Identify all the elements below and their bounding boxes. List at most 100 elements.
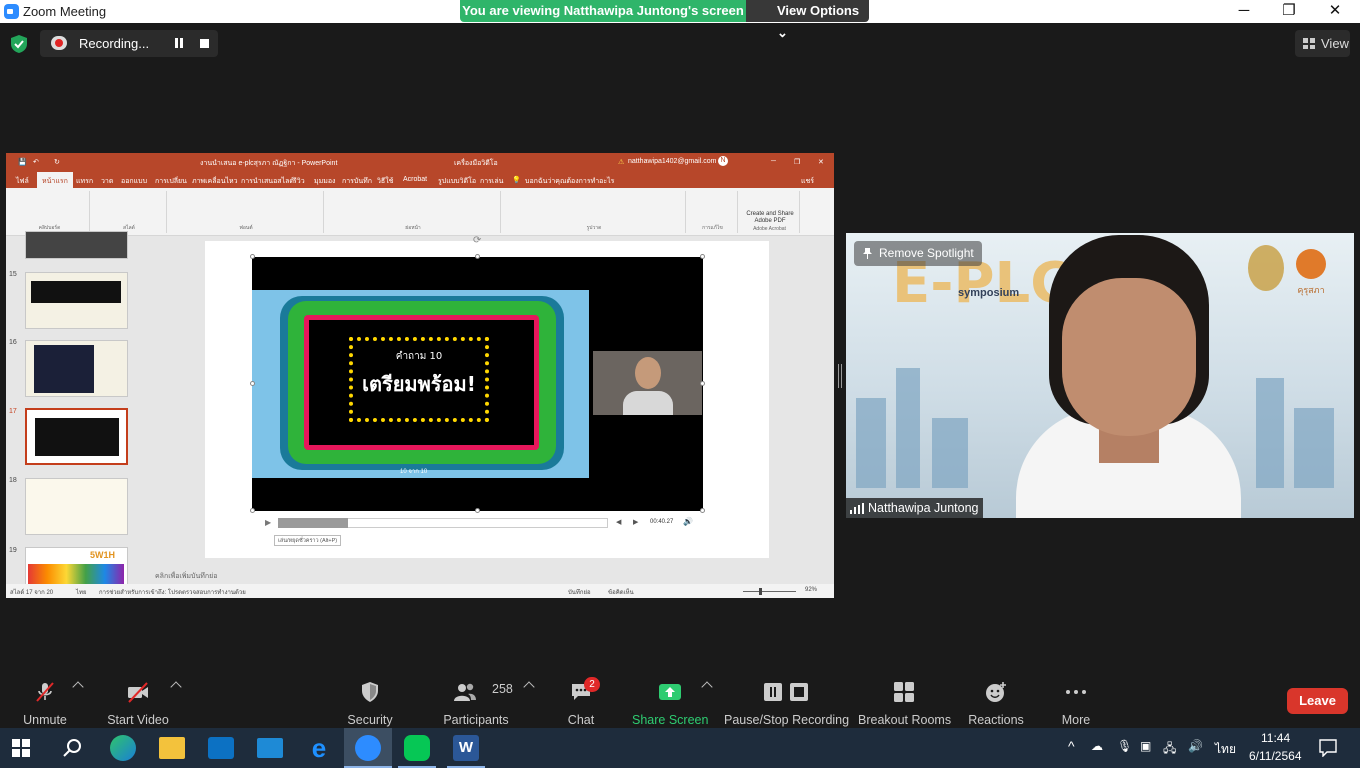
step-forward-icon[interactable]: ▶ (633, 518, 638, 526)
ppt-close-icon[interactable]: ✕ (818, 158, 824, 166)
status-zoom-level[interactable]: 92% (805, 587, 817, 593)
reactions-button[interactable]: Reactions (965, 675, 1027, 727)
notes-pane[interactable]: คลิกเพื่อเพิ่มบันทึกย่อ (152, 568, 834, 584)
ppt-tab[interactable]: ภาพเคลื่อนไหว (192, 176, 238, 187)
word-app-icon[interactable]: W (453, 735, 479, 761)
notifications-icon[interactable] (1319, 739, 1337, 757)
status-notes-button[interactable]: บันทึกย่อ (568, 587, 591, 597)
rotate-handle-icon[interactable]: ⟳ (473, 235, 481, 246)
windows-start-icon[interactable] (12, 739, 30, 757)
ppt-tab[interactable]: แทรก (76, 176, 93, 187)
mail-icon[interactable] (257, 738, 283, 758)
resize-handle[interactable] (700, 254, 705, 259)
network-icon[interactable]: 🖧 (1163, 739, 1176, 760)
onedrive-icon[interactable]: ☁ (1091, 739, 1103, 753)
ppt-undo-icon[interactable]: ↶ (33, 158, 39, 166)
stop-recording-icon[interactable] (200, 39, 209, 48)
ppt-account[interactable]: natthawipa1402@gmail.com (628, 158, 716, 165)
slide-thumbnail[interactable] (25, 272, 128, 329)
internet-explorer-icon[interactable]: e (306, 735, 332, 761)
ppt-tab[interactable]: Acrobat (403, 176, 427, 183)
edge-browser-icon[interactable] (110, 735, 136, 761)
ppt-tab[interactable]: มุมมอง (314, 176, 335, 187)
ppt-minimize-icon[interactable]: ─ (771, 158, 776, 165)
resize-handle[interactable] (700, 508, 705, 513)
microphone-tray-icon[interactable]: 🎙 (1117, 739, 1132, 753)
speaker-video-tile[interactable]: E-PLC symposium คุรุสภา Remove Spotlight… (846, 233, 1354, 518)
ppt-account-avatar[interactable]: N (718, 156, 728, 166)
slide-thumbnail[interactable] (25, 231, 128, 259)
ppt-tab[interactable]: ไฟล์ (16, 176, 29, 187)
ppt-tell-me[interactable]: บอกฉันว่าคุณต้องการทำอะไร (525, 176, 614, 187)
view-options-button[interactable]: View Options ⌄ (746, 0, 869, 40)
volume-icon[interactable]: 🔊 (683, 517, 693, 526)
close-button[interactable]: ✕ (1312, 0, 1358, 23)
video-options-caret[interactable] (170, 681, 182, 693)
breakout-rooms-button[interactable]: Breakout Rooms (858, 675, 951, 727)
slide-thumbnail[interactable] (25, 340, 128, 397)
zoom-slider-knob[interactable] (759, 588, 762, 595)
status-language[interactable]: ไทย (76, 587, 87, 597)
input-language[interactable]: ไทย (1215, 740, 1236, 759)
more-button[interactable]: More (1050, 675, 1102, 727)
shared-screen[interactable]: 💾 ↶ ↻ งานนำเสนอ e-plcสุรภา ณัฏฐิกา - Pow… (6, 153, 834, 598)
share-screen-button[interactable]: Share Screen (632, 675, 708, 727)
step-back-icon[interactable]: ◀ (616, 518, 621, 526)
tray-overflow-icon[interactable]: ^ (1068, 738, 1075, 754)
pause-recording-icon[interactable] (173, 38, 185, 49)
maximize-button[interactable]: ❐ (1266, 0, 1312, 23)
search-icon[interactable] (62, 738, 82, 758)
view-button[interactable]: View (1295, 30, 1350, 57)
unmute-button[interactable]: Unmute (14, 675, 76, 727)
slide-video-object[interactable]: คำถาม 10 เตรียมพร้อม! 10 จาก 10 (252, 257, 703, 511)
ppt-redo-icon[interactable]: ↻ (54, 158, 60, 166)
pane-splitter-handle[interactable] (838, 364, 842, 388)
status-comments-button[interactable]: ข้อคิดเห็น (608, 587, 634, 597)
slide-thumbnail-active[interactable] (25, 408, 128, 465)
line-app-icon[interactable] (404, 735, 430, 761)
slide-thumbnail-pane[interactable]: 15 16 17 18 19 5W1H (6, 231, 152, 598)
file-explorer-icon[interactable] (159, 737, 185, 759)
ppt-tab-home[interactable]: หน้าแรก (37, 172, 73, 188)
clock-date[interactable]: 6/11/2564 (1249, 749, 1302, 763)
resize-handle[interactable] (475, 254, 480, 259)
resize-handle[interactable] (700, 381, 705, 386)
ppt-maximize-icon[interactable]: ❐ (794, 158, 800, 166)
participants-button[interactable]: 258 Participants (440, 675, 513, 727)
minimize-button[interactable]: ─ (1221, 0, 1267, 23)
resize-handle[interactable] (475, 508, 480, 513)
create-adobe-pdf-button[interactable]: Create and Share Adobe PDF (740, 211, 800, 225)
ppt-share-button[interactable]: แชร์ (801, 176, 814, 187)
speaker-volume-icon[interactable]: 🔊 (1188, 739, 1203, 753)
slide-thumbnail[interactable] (25, 478, 128, 535)
ppt-tab[interactable]: การเปลี่ยน (155, 176, 187, 187)
start-video-button[interactable]: Start Video (104, 675, 172, 727)
zoom-taskbar-icon[interactable] (355, 735, 381, 761)
ppt-tab[interactable]: รูปแบบวิดีโอ (438, 176, 476, 187)
leave-meeting-button[interactable]: Leave (1287, 688, 1348, 714)
resize-handle[interactable] (250, 508, 255, 513)
ppt-tab[interactable]: การนำเสนอสไลด์ (241, 176, 294, 187)
thumbnail-scrollbar[interactable] (139, 237, 147, 584)
pause-stop-recording-button[interactable]: Pause/Stop Recording (724, 675, 849, 727)
resize-handle[interactable] (250, 381, 255, 386)
resize-handle[interactable] (250, 254, 255, 259)
participants-options-caret[interactable] (523, 681, 535, 693)
ppt-tab[interactable]: วิธีใช้ (377, 176, 393, 187)
camera-tray-icon[interactable]: ▣ (1140, 739, 1151, 753)
ppt-tab[interactable]: วาด (101, 176, 113, 187)
zoom-slider-track[interactable] (743, 591, 796, 592)
ppt-contextual-title: เครื่องมือวิดีโอ (454, 160, 498, 167)
play-pause-icon[interactable]: ▶ (265, 518, 271, 527)
remove-spotlight-button[interactable]: Remove Spotlight (854, 241, 982, 266)
ppt-tab[interactable]: ออกแบบ (121, 176, 147, 187)
security-shield-icon[interactable] (11, 35, 27, 53)
clock-time[interactable]: 11:44 (1261, 731, 1290, 745)
ppt-tab[interactable]: รีวิว (293, 176, 305, 187)
ppt-tab[interactable]: การเล่น (480, 176, 503, 187)
ppt-tab[interactable]: การบันทึก (342, 176, 372, 187)
store-icon[interactable] (208, 737, 234, 759)
ppt-save-icon[interactable]: 💾 (18, 158, 27, 166)
security-button[interactable]: Security (340, 675, 400, 727)
status-accessibility[interactable]: การช่วยสำหรับการเข้าถึง: โปรดตรวจสอบการท… (99, 587, 246, 597)
